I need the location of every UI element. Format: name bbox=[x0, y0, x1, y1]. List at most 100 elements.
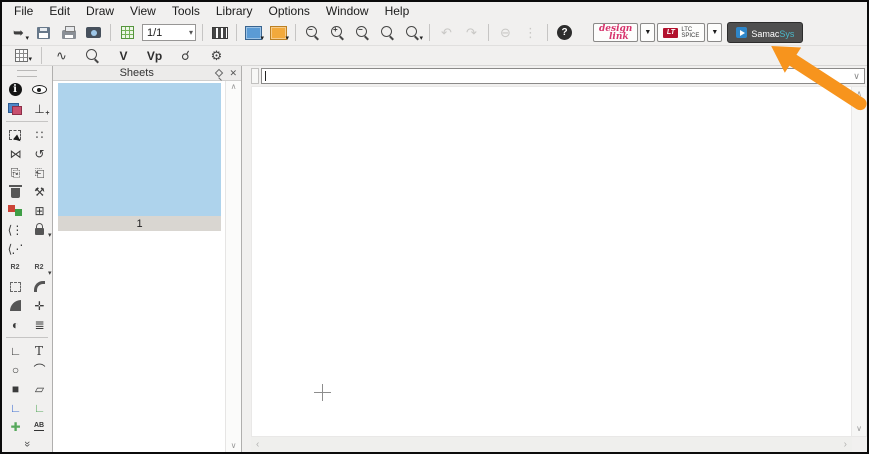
scroll-up-icon[interactable]: ∧ bbox=[856, 90, 862, 98]
screenshot-button[interactable] bbox=[82, 22, 105, 44]
layer-colors-button[interactable] bbox=[4, 201, 27, 220]
horizontal-scrollbar[interactable]: ‹ › bbox=[251, 437, 852, 452]
schematic-view-button[interactable]: ▾ bbox=[242, 22, 265, 44]
scroll-up-icon[interactable]: ∧ bbox=[231, 83, 237, 91]
origin-button[interactable]: ⊥ + bbox=[28, 99, 51, 118]
filled-corner-button[interactable] bbox=[4, 296, 27, 315]
more-options-button[interactable]: ⋮ bbox=[519, 22, 542, 44]
menu-draw[interactable]: Draw bbox=[78, 3, 122, 19]
remove-button[interactable]: ⊖ bbox=[494, 22, 517, 44]
copy-button[interactable]: ⎘ bbox=[4, 163, 27, 182]
zoom-previous-button[interactable]: − bbox=[351, 22, 374, 44]
draw-text-button[interactable]: T bbox=[28, 341, 51, 360]
scroll-right-icon[interactable]: › bbox=[844, 439, 847, 450]
open-import-button[interactable]: ➥ ▾ bbox=[7, 22, 30, 44]
wire-mode-alt-button[interactable]: ⟨⋰ bbox=[4, 239, 27, 258]
rubberband-button[interactable] bbox=[4, 277, 27, 296]
voltage-probe-button[interactable]: V bbox=[112, 47, 135, 65]
vertical-scrollbar[interactable]: ∧ ∨ bbox=[851, 87, 866, 436]
renumber-options-button[interactable]: R2 ▾ bbox=[28, 258, 52, 277]
samacsys-button[interactable]: SamacSys bbox=[727, 22, 804, 43]
close-icon[interactable]: ✕ bbox=[229, 68, 237, 78]
sheet-format-button[interactable] bbox=[116, 22, 139, 44]
menu-library[interactable]: Library bbox=[208, 3, 261, 19]
chevron-down-icon[interactable]: ∨ bbox=[849, 71, 864, 82]
help-button[interactable]: ? bbox=[553, 22, 576, 44]
draw-rectangle-button[interactable]: ■ bbox=[4, 379, 27, 398]
modifier-glyph: − bbox=[358, 24, 363, 34]
simulation-settings-button[interactable]: ⚙ bbox=[205, 47, 228, 65]
move-selection-button[interactable]: ⊞ bbox=[28, 201, 51, 220]
add-node-icon: ✚ bbox=[10, 419, 20, 434]
paste-button[interactable]: ⎗ bbox=[28, 163, 51, 182]
zoom-window-button[interactable] bbox=[376, 22, 399, 44]
junction-star-button[interactable]: ✛ bbox=[28, 296, 51, 315]
undo-button[interactable]: ↶ bbox=[435, 22, 458, 44]
drawing-canvas[interactable]: ∧ ∨ bbox=[251, 86, 867, 437]
ltspice-button[interactable]: LT LTC SPICE bbox=[657, 23, 706, 42]
draw-line-button[interactable]: ∟ bbox=[4, 341, 27, 360]
sheets-scrollbar[interactable]: ∧ ∨ bbox=[225, 81, 241, 452]
fill-toggle-button[interactable]: ◐ bbox=[4, 315, 27, 334]
scroll-left-icon[interactable]: ‹ bbox=[256, 439, 259, 450]
wire-mode-button[interactable]: ⟨⋮ bbox=[4, 220, 27, 239]
sheet-thumbnail-label[interactable]: 1 bbox=[58, 216, 221, 231]
edit-functions-button[interactable]: ⚒ bbox=[28, 182, 51, 201]
grid-settings-button[interactable]: ▾ bbox=[10, 47, 33, 65]
print-button[interactable] bbox=[57, 22, 80, 44]
add-node-button[interactable]: ✚ bbox=[4, 417, 27, 436]
select-button[interactable] bbox=[4, 125, 27, 144]
component-browser-button[interactable] bbox=[208, 22, 231, 44]
save-button[interactable] bbox=[32, 22, 55, 44]
renumber-button[interactable]: R2 bbox=[4, 258, 27, 277]
design-link-button[interactable]: design link bbox=[593, 23, 639, 42]
voltage-phase-probe-button[interactable]: Vp bbox=[143, 47, 166, 65]
menu-options[interactable]: Options bbox=[261, 3, 318, 19]
draw-wire-button[interactable]: ∟ bbox=[28, 398, 51, 417]
menu-tools[interactable]: Tools bbox=[164, 3, 208, 19]
pin-icon[interactable] bbox=[215, 68, 224, 78]
combo-row-handle[interactable] bbox=[251, 68, 259, 84]
lock-button[interactable]: ▾ bbox=[28, 220, 52, 239]
visibility-button[interactable] bbox=[28, 80, 51, 99]
delete-button[interactable] bbox=[4, 182, 27, 201]
layout-view-button[interactable]: ▾ bbox=[267, 22, 290, 44]
draw-polygon-button[interactable]: ▱ bbox=[28, 379, 51, 398]
label-button[interactable]: AB bbox=[28, 417, 51, 436]
zoom-in-button[interactable]: + bbox=[326, 22, 349, 44]
chevron-down-icon[interactable]: ▾ bbox=[189, 28, 193, 37]
zoom-out-button[interactable]: − bbox=[301, 22, 324, 44]
list-compare-button[interactable]: ≣ bbox=[28, 315, 51, 334]
menu-help[interactable]: Help bbox=[377, 3, 418, 19]
menu-window[interactable]: Window bbox=[318, 3, 377, 19]
round-corner-button[interactable] bbox=[28, 277, 51, 296]
component-search-combobox[interactable]: ∨ bbox=[261, 68, 865, 84]
page-selector[interactable]: 1/1 ▾ bbox=[142, 24, 196, 41]
ltspice-dropdown[interactable]: ▼ bbox=[707, 23, 723, 42]
round-corner-icon bbox=[33, 281, 45, 292]
menu-file[interactable]: File bbox=[6, 3, 41, 19]
rotate-button[interactable]: ↺ bbox=[28, 144, 51, 163]
zoom-all-button[interactable]: ▾ bbox=[401, 22, 424, 44]
mirror-button[interactable]: ⋈ bbox=[4, 144, 27, 163]
info-button[interactable]: i bbox=[4, 80, 27, 99]
draw-arc-button[interactable]: ⌒ bbox=[28, 360, 51, 379]
sheet-thumbnail[interactable] bbox=[58, 83, 221, 216]
menu-view[interactable]: View bbox=[122, 3, 164, 19]
layer-select-button[interactable] bbox=[4, 99, 27, 118]
simulation-signal-button[interactable]: ∿ bbox=[50, 47, 73, 65]
label-icon: AB bbox=[33, 422, 45, 431]
sidebar-more-button[interactable]: » bbox=[21, 441, 33, 447]
draw-circle-button[interactable]: ○ bbox=[4, 360, 27, 379]
draw-bus-button[interactable]: ∟ bbox=[4, 398, 27, 417]
design-link-dropdown[interactable]: ▼ bbox=[640, 23, 656, 42]
redo-button[interactable]: ↷ bbox=[460, 22, 483, 44]
scroll-down-icon[interactable]: ∨ bbox=[231, 442, 237, 450]
sidebar-drag-handle[interactable] bbox=[17, 70, 37, 77]
panel-splitter[interactable] bbox=[242, 66, 251, 452]
probe-magnifier-button[interactable] bbox=[81, 47, 104, 65]
menu-edit[interactable]: Edit bbox=[41, 3, 78, 19]
probe-connect-button[interactable]: ☌ bbox=[174, 47, 197, 65]
move-button[interactable]: ∷ bbox=[28, 125, 51, 144]
scroll-down-icon[interactable]: ∨ bbox=[856, 425, 862, 433]
